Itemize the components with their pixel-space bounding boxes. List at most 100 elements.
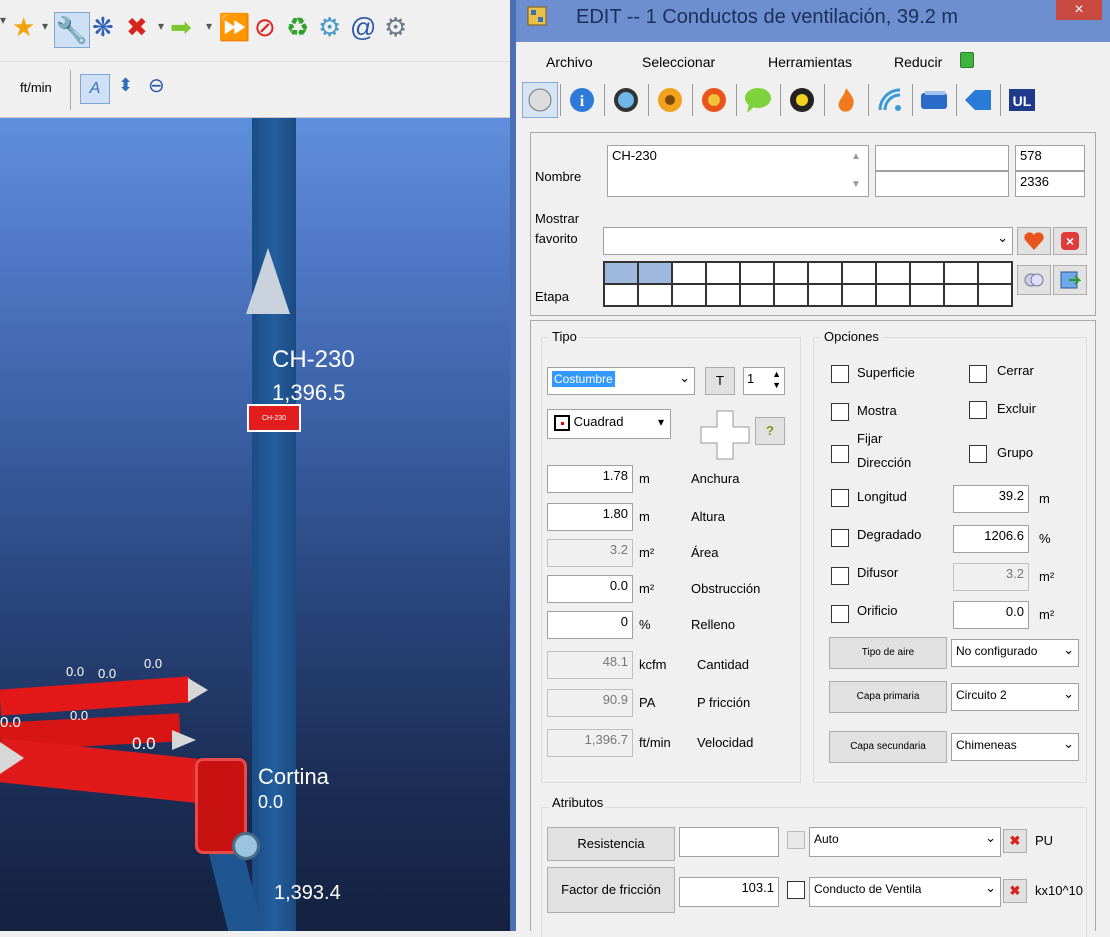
up-down-arrows-icon[interactable]: ⬍ xyxy=(118,76,133,94)
etapa-grid[interactable] xyxy=(603,261,1013,307)
factor-friccion-input[interactable]: 103.1 xyxy=(679,877,779,907)
at-icon[interactable]: @ xyxy=(350,14,376,40)
star-icon[interactable]: ★ xyxy=(12,14,35,40)
flame-icon[interactable] xyxy=(828,82,864,118)
tipo-select[interactable]: Costumbre ⌄ xyxy=(547,367,695,395)
menu-seleccionar[interactable]: Seleccionar xyxy=(642,54,715,70)
text-style-icon[interactable]: A xyxy=(80,74,110,104)
cross-shape-icon[interactable] xyxy=(699,409,751,461)
help-button[interactable]: ? xyxy=(755,417,785,445)
prohibited-icon[interactable]: ⊘ xyxy=(254,14,276,40)
ul-icon[interactable]: UL xyxy=(1004,82,1040,118)
fan-icon[interactable]: ❋ xyxy=(92,14,114,40)
tipo-value-field[interactable]: 0 xyxy=(547,611,633,639)
fan-icon[interactable] xyxy=(608,82,644,118)
fijar-direccion-checkbox[interactable] xyxy=(831,445,849,463)
delete-x-icon[interactable]: ✖ xyxy=(1003,829,1027,853)
factor-select[interactable]: Conducto de Ventila ⌄ xyxy=(809,877,1001,907)
etapa-cell[interactable] xyxy=(604,262,638,284)
menu-herramientas[interactable]: Herramientas xyxy=(768,54,852,70)
t-button[interactable]: T xyxy=(705,367,735,395)
toggle-button[interactable] xyxy=(1017,265,1051,295)
menu-archivo[interactable]: Archivo xyxy=(546,54,593,70)
cerrar-checkbox[interactable] xyxy=(969,365,987,383)
difusor-checkbox[interactable] xyxy=(831,567,849,585)
dropdown-arrow-icon[interactable]: ▾ xyxy=(158,20,164,32)
minus-circle-icon[interactable]: ⊖ xyxy=(148,76,165,96)
etapa-cell[interactable] xyxy=(740,284,774,306)
capa-primaria-select[interactable]: Circuito 2 ⌄ xyxy=(951,683,1079,711)
grupo-checkbox[interactable] xyxy=(969,445,987,463)
capa-secundaria-button[interactable]: Capa secundaria xyxy=(829,731,947,763)
scroll-down-icon[interactable]: ▼ xyxy=(851,179,861,190)
etapa-cell[interactable] xyxy=(672,262,706,284)
excluir-checkbox[interactable] xyxy=(969,401,987,419)
name-extra-field-2[interactable] xyxy=(875,171,1009,197)
scroll-up-icon[interactable]: ▲ xyxy=(851,151,861,162)
id-field-2[interactable]: 2336 xyxy=(1015,171,1085,197)
etapa-cell[interactable] xyxy=(944,262,978,284)
mostra-checkbox[interactable] xyxy=(831,403,849,421)
menu-reducir[interactable]: Reducir xyxy=(894,54,942,70)
nuclear-icon[interactable] xyxy=(784,82,820,118)
arrow-right-icon[interactable]: ➡ xyxy=(170,14,192,40)
globe-icon[interactable] xyxy=(522,82,558,118)
degradado-input[interactable]: 1206.6 xyxy=(953,525,1029,553)
capa-secundaria-select[interactable]: Chimeneas ⌄ xyxy=(951,733,1079,761)
gear-icon[interactable]: ⚙ xyxy=(318,14,341,40)
wrench-icon[interactable]: 🔧 xyxy=(54,12,90,48)
delete-x-icon[interactable]: ✖ xyxy=(126,14,148,40)
longitud-checkbox[interactable] xyxy=(831,489,849,507)
etapa-cell[interactable] xyxy=(774,284,808,306)
superficie-checkbox[interactable] xyxy=(831,365,849,383)
info-icon[interactable]: i xyxy=(564,82,600,118)
signal-icon[interactable] xyxy=(872,82,908,118)
settings-icon[interactable]: ⚙ xyxy=(384,14,407,40)
radiation-icon[interactable] xyxy=(652,82,688,118)
etapa-cell[interactable] xyxy=(978,284,1012,306)
export-button[interactable] xyxy=(1053,265,1087,295)
etapa-cell[interactable] xyxy=(604,284,638,306)
capa-primaria-button[interactable]: Capa primaria xyxy=(829,681,947,713)
etapa-cell[interactable] xyxy=(672,284,706,306)
etapa-cell[interactable] xyxy=(944,284,978,306)
favorite-button[interactable] xyxy=(1017,227,1051,255)
shape-select[interactable]: Cuadrad ▾ xyxy=(547,409,671,439)
fire-icon[interactable] xyxy=(696,82,732,118)
etapa-cell[interactable] xyxy=(808,262,842,284)
clear-favorite-button[interactable]: × xyxy=(1053,227,1087,255)
etapa-cell[interactable] xyxy=(842,284,876,306)
id-field-1[interactable]: 578 xyxy=(1015,145,1085,171)
etapa-cell[interactable] xyxy=(978,262,1012,284)
resistencia-button[interactable]: Resistencia xyxy=(547,827,675,861)
resistencia-input[interactable] xyxy=(679,827,779,857)
airway-tag[interactable]: CH-230 xyxy=(247,404,301,432)
resistencia-checkbox[interactable] xyxy=(787,831,805,849)
etapa-cell[interactable] xyxy=(638,284,672,306)
etapa-cell[interactable] xyxy=(706,262,740,284)
factor-checkbox[interactable] xyxy=(787,881,805,899)
name-extra-field-1[interactable] xyxy=(875,145,1009,171)
fan-icon[interactable] xyxy=(232,832,260,860)
close-button[interactable]: × xyxy=(1056,0,1102,20)
etapa-cell[interactable] xyxy=(910,262,944,284)
delete-x-icon[interactable]: ✖ xyxy=(1003,879,1027,903)
etapa-cell[interactable] xyxy=(774,262,808,284)
spinner-arrows-icon[interactable]: ▲ ▼ xyxy=(772,369,781,391)
etapa-cell[interactable] xyxy=(876,262,910,284)
tag-icon[interactable] xyxy=(960,82,996,118)
etapa-cell[interactable] xyxy=(842,262,876,284)
refresh-icon[interactable]: ♻ xyxy=(286,14,309,40)
longitud-input[interactable]: 39.2 xyxy=(953,485,1029,513)
favorito-select[interactable]: ⌄ xyxy=(603,227,1013,255)
orificio-input[interactable]: 0.0 xyxy=(953,601,1029,629)
etapa-cell[interactable] xyxy=(740,262,774,284)
title-bar[interactable]: EDIT -- 1 Conductos de ventilación, 39.2… xyxy=(516,0,1110,42)
lock-icon[interactable] xyxy=(960,52,974,68)
orificio-checkbox[interactable] xyxy=(831,605,849,623)
etapa-cell[interactable] xyxy=(876,284,910,306)
etapa-cell[interactable] xyxy=(910,284,944,306)
etapa-cell[interactable] xyxy=(706,284,740,306)
etapa-cell[interactable] xyxy=(638,262,672,284)
nombre-input[interactable]: CH-230 xyxy=(607,145,869,197)
